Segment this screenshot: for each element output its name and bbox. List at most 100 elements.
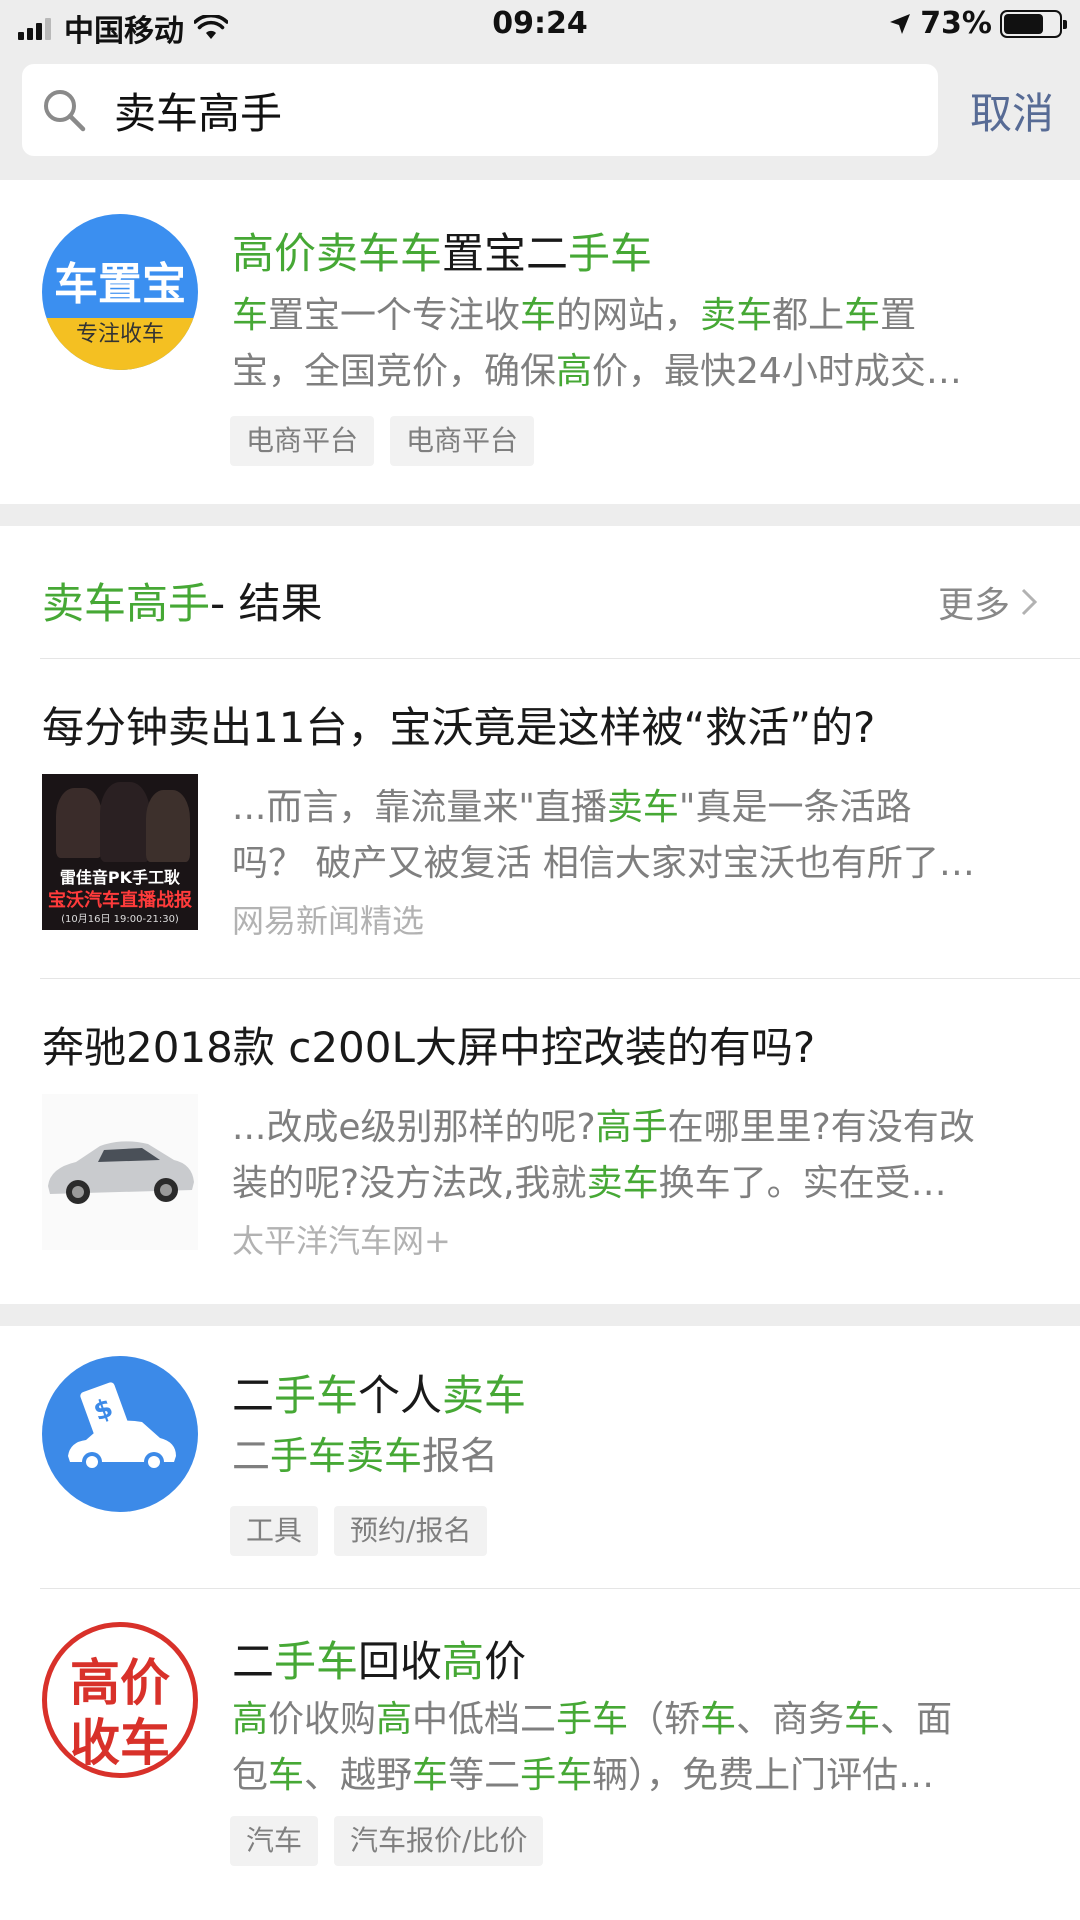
gaojia-shouche-logo: 高价 收车	[42, 1622, 198, 1778]
article-results-card: 卖车高手- 结果 更多 每分钟卖出11台，宝沃竟是这样被“救活”的? 雷佳音PK…	[0, 526, 1080, 1304]
text-segment: 、面	[880, 1699, 953, 1740]
top-result-card[interactable]: 车置宝 专注收车 高价卖车车置宝二手车 车置宝一个专注收车的网站，卖车都上车置 …	[0, 180, 1080, 504]
highlight-text: 手车	[568, 229, 653, 278]
text-segment: 宝，全国竞价，确保	[232, 351, 557, 392]
article-source: 网易新闻精选	[232, 902, 425, 940]
chevron-right-icon	[1021, 588, 1038, 616]
status-bar: 中国移动 09:24 73%	[0, 0, 1080, 52]
tag[interactable]: 工具	[230, 1506, 319, 1556]
text-segment: 辆），免费上门评估…	[592, 1755, 935, 1796]
text-segment: "真是一条活路	[678, 787, 912, 828]
more-link[interactable]: 更多	[938, 576, 1038, 628]
article-description: ...而言，靠流量来"直播卖车"真是一条活路 吗？ 破产又被复活 相信大家对宝沃…	[232, 780, 1032, 892]
text-segment: 吗？ 破产又被复活 相信大家对宝沃也有所了…	[232, 843, 975, 884]
article-source: 太平洋汽车网+	[232, 1222, 451, 1260]
search-box[interactable]	[22, 64, 938, 156]
text-segment: 包	[232, 1755, 269, 1796]
tag[interactable]: 电商平台	[230, 416, 375, 466]
text-segment: 等二	[448, 1755, 521, 1796]
highlight-text: 车	[700, 1699, 737, 1740]
logo-subtext: 专注收车	[42, 318, 198, 370]
article-thumbnail	[42, 1094, 198, 1250]
text-segment: ...而言，靠流量来"直播	[232, 787, 607, 828]
tag[interactable]: 电商平台	[390, 416, 535, 466]
search-icon	[44, 90, 86, 132]
app-tags: 汽车 汽车报价/比价	[230, 1816, 559, 1866]
text-segment: 价	[484, 1637, 527, 1686]
text-segment: - 结果	[210, 579, 323, 628]
text-segment: ...改成e级别那样的呢?	[232, 1107, 596, 1148]
divider	[40, 978, 1080, 979]
text-segment: 置	[880, 295, 917, 336]
search-bar: 取消	[0, 52, 1080, 180]
text-segment: 都上	[772, 295, 845, 336]
text-segment: 二	[232, 1434, 271, 1478]
highlight-text: 车	[844, 295, 881, 336]
thumb-caption: (10月16日 19:00-21:30)	[61, 914, 179, 925]
highlight-text: 手车	[274, 1371, 359, 1420]
highlight-text: 高	[442, 1637, 485, 1686]
thumb-caption: 雷佳音PK手工耿	[59, 868, 181, 887]
highlight-text: 车	[844, 1699, 881, 1740]
highlight-text: 卖车	[586, 1163, 659, 1204]
tag[interactable]: 预约/报名	[334, 1506, 488, 1556]
highlight-text: 高	[376, 1699, 413, 1740]
article-title: 奔驰2018款 c200L大屏中控改装的有吗?	[42, 1023, 816, 1072]
text-segment: 、越野	[304, 1755, 413, 1796]
text-segment: 二	[232, 1637, 275, 1686]
highlight-text: 车	[520, 295, 557, 336]
highlight-text: 卖车	[700, 295, 773, 336]
text-segment: 回收	[358, 1637, 443, 1686]
result-description: 车置宝一个专注收车的网站，卖车都上车置 宝，全国竞价，确保高价，最快24小时成交…	[232, 288, 1032, 400]
battery-icon	[1000, 9, 1067, 38]
result-tags: 电商平台 电商平台	[230, 416, 550, 466]
highlight-text: 卖车	[442, 1371, 527, 1420]
highlight-text: 手车	[520, 1755, 593, 1796]
car-icon: $	[42, 1356, 198, 1512]
text-segment: （轿	[628, 1699, 701, 1740]
text-segment: 个人	[358, 1371, 443, 1420]
highlight-text: 车	[412, 1755, 449, 1796]
highlight-text: 高	[556, 351, 593, 392]
text-segment: 、商务	[736, 1699, 845, 1740]
logo-text: 收车	[70, 1714, 170, 1772]
highlight-text: 车	[268, 1755, 305, 1796]
logo-text: 车置宝	[54, 259, 186, 310]
highlight-text: 手车卖车	[270, 1434, 423, 1478]
tag[interactable]: 汽车报价/比价	[334, 1816, 544, 1866]
text-segment: 中低档二	[412, 1699, 557, 1740]
text-segment: 置宝二	[442, 229, 569, 278]
highlight-text: 车	[232, 295, 269, 336]
text-segment: 价，最快24小时成交…	[592, 351, 962, 392]
text-segment: 在哪里里?有没有改	[667, 1107, 975, 1148]
highlight-text: 高	[232, 1699, 269, 1740]
highlight-text: 卖车高手	[42, 579, 211, 628]
divider	[40, 1588, 1080, 1589]
highlight-text: 高价	[232, 229, 317, 278]
chezhibao-logo: 车置宝 专注收车	[42, 214, 198, 370]
app-results-card: $ 二手车个人卖车 二手车卖车报名 工具 预约/报名 高价 收车 二手车回收高价…	[0, 1326, 1080, 1920]
highlight-text: 高手	[595, 1107, 668, 1148]
app-title: 二手车回收高价	[232, 1628, 526, 1689]
text-segment: 报名	[422, 1434, 499, 1478]
battery-percent: 73%	[920, 6, 992, 41]
highlight-text: 卖车车	[316, 229, 443, 278]
highlight-text: 手车	[274, 1637, 359, 1686]
app-title: 二手车个人卖车	[232, 1362, 526, 1423]
app-description: 二手车卖车报名	[232, 1428, 1032, 1484]
text-segment: 置宝一个专注收	[268, 295, 521, 336]
article-description: ...改成e级别那样的呢?高手在哪里里?有没有改 装的呢?没方法改,我就卖车换车…	[232, 1100, 1032, 1212]
more-label: 更多	[937, 585, 1010, 626]
text-segment: 装的呢?没方法改,我就	[232, 1163, 587, 1204]
search-input[interactable]	[114, 85, 874, 135]
text-segment: 二	[232, 1371, 275, 1420]
cancel-button[interactable]: 取消	[970, 80, 1054, 141]
text-segment: 价收购	[268, 1699, 377, 1740]
tag[interactable]: 汽车	[230, 1816, 319, 1866]
text-segment: 的网站，	[556, 295, 701, 336]
article-thumbnail: 雷佳音PK手工耿 宝沃汽车直播战报 (10月16日 19:00-21:30)	[42, 774, 198, 930]
app-tags: 工具 预约/报名	[230, 1506, 503, 1556]
highlight-text: 卖车	[606, 787, 679, 828]
text-segment: 换车了。实在受…	[658, 1163, 947, 1204]
thumb-caption: 宝沃汽车直播战报	[48, 890, 192, 911]
